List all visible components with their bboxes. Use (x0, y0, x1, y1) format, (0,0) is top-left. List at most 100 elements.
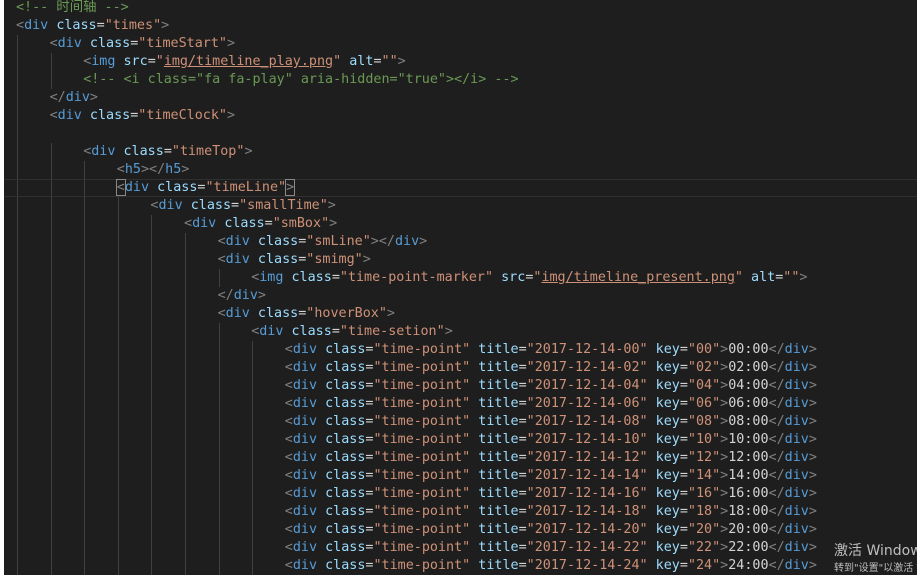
attribute-name: key (655, 522, 680, 537)
attribute-value: time-setion (347, 324, 437, 339)
tag-name: div (784, 342, 809, 357)
attribute-name: title (478, 396, 519, 411)
attribute-name: key (655, 414, 680, 429)
attribute-value: time-point (381, 396, 463, 411)
attribute-name: key (655, 378, 680, 393)
element-text: 22:00 (728, 540, 769, 555)
attribute-value: 16 (695, 486, 713, 501)
code-line[interactable]: <div class="time-point" title="2017-12-1… (285, 341, 817, 359)
attribute-value: 02 (695, 360, 713, 375)
attribute-value: 2017-12-14-22 (534, 540, 640, 555)
attribute-value: timeStart (146, 36, 219, 51)
attribute-value: time-point (381, 450, 463, 465)
attribute-name: class (325, 558, 366, 573)
code-line[interactable]: </div> (50, 89, 98, 107)
attribute-value: time-point (381, 414, 463, 429)
attribute-name: title (478, 504, 519, 519)
code-line[interactable]: </div> (218, 287, 266, 305)
attribute-value: 2017-12-14-16 (534, 486, 640, 501)
attribute-name: title (478, 558, 519, 573)
code-line[interactable]: <div class="time-point" title="2017-12-1… (285, 449, 817, 467)
element-text: 02:00 (728, 360, 769, 375)
watermark-subtitle: 转到"设置"以激活 Windows。 (834, 563, 917, 574)
attribute-value: img/timeline_play.png (163, 54, 334, 69)
code-line[interactable]: <div class="timeStart"> (50, 35, 235, 53)
attribute-name: key (655, 450, 680, 465)
code-line[interactable]: <div class="time-point" title="2017-12-1… (285, 359, 817, 377)
code-line[interactable]: <div class="time-point" title="2017-12-1… (285, 431, 817, 449)
attribute-value: 08 (695, 414, 713, 429)
attribute-name: class (257, 252, 299, 267)
attribute-value: time-point-marker (347, 270, 485, 285)
code-line[interactable]: <div class="time-point" title="2017-12-1… (285, 539, 817, 557)
code-line[interactable]: <!-- 时间轴 --> (16, 0, 129, 17)
attribute-name: title (478, 522, 519, 537)
code-line[interactable]: <div class="smimg"> (218, 251, 371, 269)
attribute-name: class (257, 234, 299, 249)
attribute-value: 10 (695, 432, 713, 447)
code-line[interactable]: <div class="time-point" title="2017-12-1… (285, 485, 817, 503)
tag-name: div (292, 486, 318, 501)
code-line[interactable]: <div class="time-point" title="2017-12-1… (285, 503, 817, 521)
tag-name: div (24, 18, 49, 33)
indent-guide (50, 143, 52, 575)
code-line[interactable]: <div class="smLine"></div> (218, 233, 428, 251)
code-line[interactable]: <img class="time-point-marker" src="img/… (251, 269, 807, 287)
attribute-name: title (478, 540, 519, 555)
attribute-value: 06 (695, 396, 713, 411)
code-line[interactable]: <div class="smBox"> (184, 215, 337, 233)
code-line[interactable]: <!-- <i class="fa fa-play" aria-hidden="… (83, 71, 518, 89)
code-line[interactable]: <div class="time-point" title="2017-12-1… (285, 467, 817, 485)
code-line[interactable]: <div class="timeLine"> (115, 179, 296, 197)
tag-name: div (292, 378, 318, 393)
attribute-name: key (655, 468, 680, 483)
attribute-value: timeClock (146, 108, 219, 123)
tag-name: h5 (124, 162, 141, 177)
code-editor[interactable]: <!-- 时间轴 --> <div class="times"> <div clas… (4, 0, 917, 575)
attribute-value: timeTop (179, 144, 237, 159)
tag-name: div (784, 378, 809, 393)
attribute-name: key (655, 486, 680, 501)
attribute-name: class (325, 432, 366, 447)
code-line[interactable]: <div class="timeClock"> (50, 107, 235, 125)
attribute-value: 18 (695, 504, 713, 519)
code-line[interactable]: <div class="time-point" title="2017-12-1… (285, 521, 817, 539)
tag-name: div (57, 108, 82, 123)
attribute-name: class (325, 540, 366, 555)
attribute-value: 22 (695, 540, 713, 555)
code-line[interactable]: <div class="timeTop"> (83, 143, 252, 161)
code-line[interactable]: <div class="time-setion"> (251, 323, 453, 341)
tag-name: div (784, 486, 809, 501)
code-line[interactable]: <div class="time-point" title="2017-12-1… (285, 413, 817, 431)
attribute-value: smLine (314, 234, 363, 249)
code-line[interactable]: <h5></h5> (117, 161, 190, 179)
attribute-name: class (325, 342, 366, 357)
indent-guide (117, 197, 119, 575)
attribute-name: src (501, 270, 526, 285)
attribute-value: time-point (381, 522, 463, 537)
indent-guide (218, 269, 220, 287)
attribute-value: 2017-12-14-04 (534, 378, 640, 393)
attribute-value: 00 (695, 342, 713, 357)
code-line[interactable]: <div class="hoverBox"> (218, 305, 395, 323)
code-line[interactable]: <div class="times"> (16, 17, 169, 35)
attribute-name: class (325, 450, 366, 465)
tag-name: div (292, 468, 318, 483)
code-line[interactable]: <div class="time-point" title="2017-12-1… (285, 377, 817, 395)
tag-name: div (784, 432, 809, 447)
element-text: 14:00 (728, 468, 769, 483)
tag-name: div (91, 144, 116, 159)
attribute-name: class (190, 198, 232, 213)
tag-name: div (158, 198, 183, 213)
tag-name: div (225, 234, 250, 249)
code-line[interactable]: <div class="time-point" title="2017-12-1… (285, 395, 817, 413)
code-line[interactable]: <div class="time-point" title="2017-12-1… (285, 557, 817, 575)
code-line[interactable]: <img src="img/timeline_play.png" alt=""> (83, 53, 406, 71)
attribute-value: 2017-12-14-24 (534, 558, 640, 573)
tag-name: div (292, 504, 318, 519)
attribute-name: alt (751, 270, 776, 285)
attribute-name: title (478, 432, 519, 447)
tag-name: div (784, 414, 809, 429)
code-line[interactable]: <div class="smallTime"> (150, 197, 335, 215)
attribute-value: 2017-12-14-00 (534, 342, 640, 357)
